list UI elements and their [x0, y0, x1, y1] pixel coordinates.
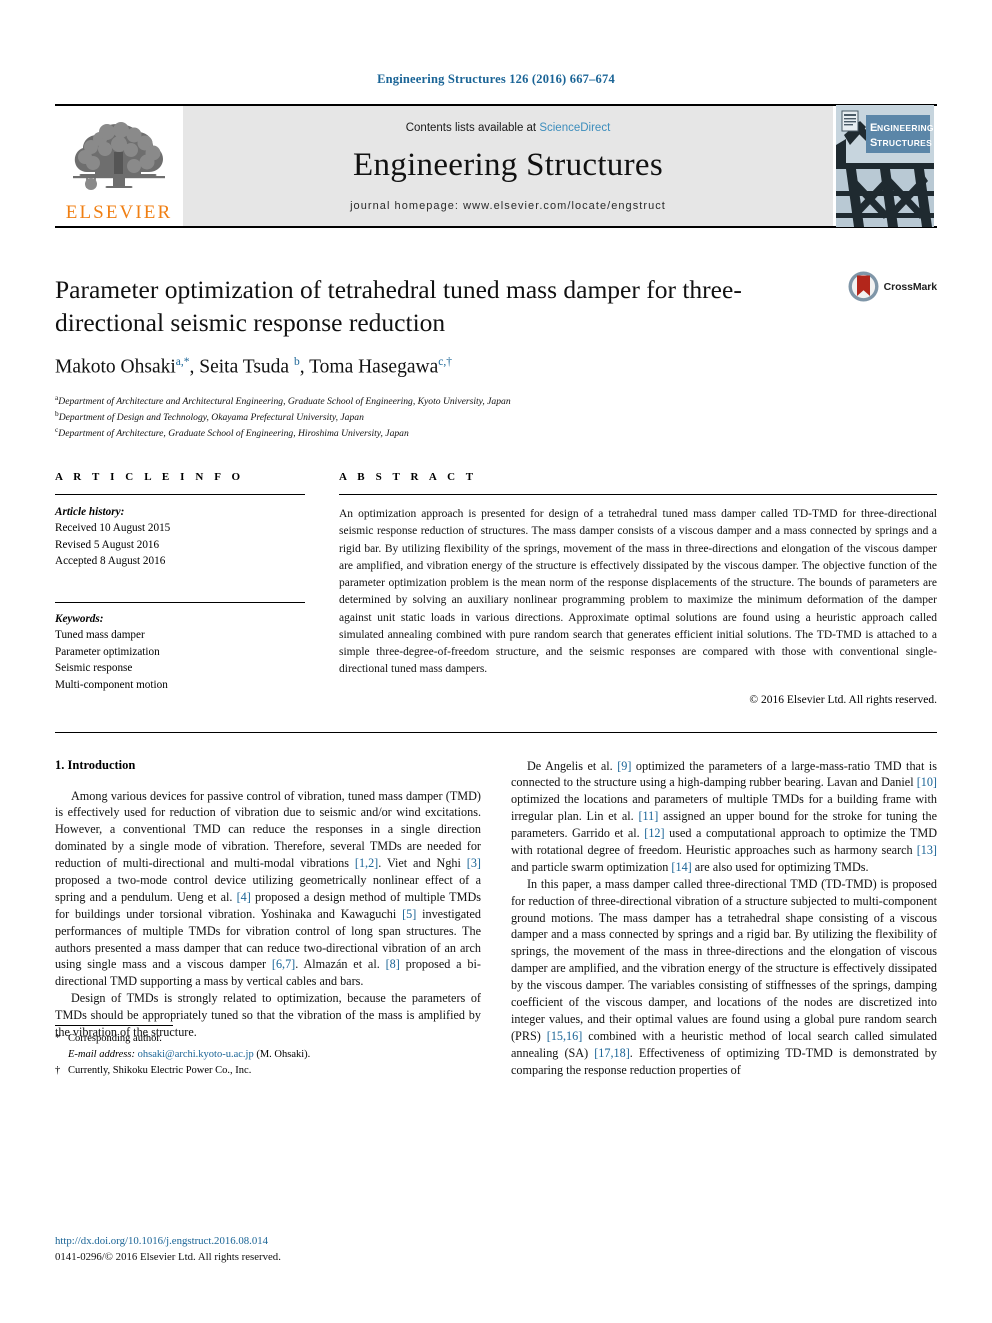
footnotes-block: * Corresponding author. E-mail address: o…: [55, 1025, 481, 1078]
affiliation-a: aDepartment of Architecture and Architec…: [55, 392, 511, 407]
citation-ref[interactable]: [13]: [917, 843, 937, 857]
journal-masthead: ELSEVIER Contents lists available at Sci…: [55, 104, 937, 228]
footnote-marker-dagger: †: [55, 1064, 61, 1076]
citation-ref[interactable]: [17,18]: [594, 1046, 630, 1060]
citation-ref[interactable]: [11]: [638, 809, 658, 823]
citation-ref[interactable]: [14]: [671, 860, 691, 874]
citation-ref[interactable]: [15,16]: [547, 1029, 583, 1043]
running-head: Engineering Structures 126 (2016) 667–67…: [377, 72, 615, 86]
body-column-left: 1. Introduction Among various devices fo…: [55, 758, 481, 1079]
contents-available-line: Contents lists available at ScienceDirec…: [406, 122, 611, 134]
issn-copyright-line: 0141-0296/© 2016 Elsevier Ltd. All right…: [55, 1250, 281, 1263]
abstract-column: A B S T R A C T An optimization approach…: [339, 471, 937, 706]
footnote-marker-asterisk: *: [55, 1033, 61, 1045]
body-separator-rule: [55, 731, 937, 733]
article-info-heading: A R T I C L E I N F O: [55, 471, 245, 484]
footnote-corresponding-text: Corresponding author.: [68, 1033, 162, 1045]
citation-ref[interactable]: [10]: [917, 775, 937, 789]
svg-text:NGINEERING: NGINEERING: [877, 123, 934, 133]
keyword-item: Tuned mass damper: [55, 629, 145, 642]
author-list: Makoto Ohsakia,*, Seita Tsuda b, Toma Ha…: [55, 356, 452, 378]
abstract-text: An optimization approach is presented fo…: [339, 508, 937, 676]
crossmark-badge[interactable]: CrossMark: [848, 271, 937, 302]
keywords-block: Keywords: Tuned mass damper Parameter opt…: [55, 603, 305, 693]
citation-ref[interactable]: [6,7]: [272, 957, 295, 971]
journal-homepage-link[interactable]: journal homepage: www.elsevier.com/locat…: [350, 200, 666, 212]
journal-cover-thumbnail[interactable]: E NGINEERING S TRUCTURES: [833, 105, 937, 227]
elsevier-tree-icon: [73, 122, 165, 190]
sciencedirect-link[interactable]: ScienceDirect: [539, 122, 610, 134]
body-paragraph: De Angelis et al. [9] optimized the para…: [511, 758, 938, 874]
citation-ref[interactable]: [5]: [402, 907, 416, 921]
footnote-email: E-mail address: ohsaki@archi.kyoto-u.ac.…: [55, 1047, 481, 1063]
footnote-rule: [55, 1025, 173, 1027]
article-history-items: Received 10 August 2015 Revised 5 August …: [55, 520, 305, 569]
email-address-link[interactable]: ohsaki@archi.kyoto-u.ac.jp: [138, 1049, 254, 1060]
footnote-corresponding-author: * Corresponding author.: [55, 1031, 481, 1047]
body-columns: 1. Introduction Among various devices fo…: [55, 758, 937, 1079]
keyword-item: Parameter optimization: [55, 645, 160, 658]
doi-link[interactable]: http://dx.doi.org/10.1016/j.engstruct.20…: [55, 1233, 281, 1249]
article-title: Parameter optimization of tetrahedral tu…: [55, 275, 742, 338]
citation-ref[interactable]: [8]: [386, 957, 400, 971]
footnote-current-text: Currently, Shikoku Electric Power Co., I…: [68, 1064, 252, 1076]
article-history-item: Revised 5 August 2016: [55, 538, 160, 551]
body-paragraph: Among various devices for passive contro…: [55, 788, 481, 989]
affiliation-list: aDepartment of Architecture and Architec…: [55, 393, 937, 441]
citation-ref[interactable]: [1,2]: [355, 856, 378, 870]
footnote-current-affiliation: † Currently, Shikoku Electric Power Co., …: [55, 1063, 481, 1079]
citation-ref[interactable]: [9]: [617, 759, 631, 773]
citation-ref[interactable]: [3]: [467, 856, 481, 870]
article-history-label: Article history:: [55, 506, 125, 519]
email-address-label: E-mail address:: [68, 1048, 135, 1060]
article-info-column: A R T I C L E I N F O Article history: R…: [55, 471, 305, 706]
crossmark-icon: [848, 271, 879, 302]
citation-ref[interactable]: [12]: [644, 826, 664, 840]
contents-prefix: Contents lists available at: [405, 122, 540, 134]
section-heading-introduction: 1. Introduction: [55, 757, 136, 772]
left-paragraphs: Among various devices for passive contro…: [55, 788, 481, 1041]
affiliation-b: bDepartment of Design and Technology, Ok…: [55, 408, 364, 424]
page-footer: http://dx.doi.org/10.1016/j.engstruct.20…: [55, 1233, 281, 1265]
article-history-item: Received 10 August 2015: [55, 522, 171, 535]
article-history-block: Article history: Received 10 August 2015…: [55, 495, 305, 569]
right-paragraphs: De Angelis et al. [9] optimized the para…: [511, 758, 937, 1079]
svg-text:TRUCTURES: TRUCTURES: [877, 138, 932, 148]
article-first-page: Engineering Structures 126 (2016) 667–67…: [0, 0, 992, 1323]
keyword-item: Seismic response: [55, 662, 133, 675]
affiliation-c: cDepartment of Architecture, Graduate Sc…: [55, 424, 409, 440]
info-abstract-region: A R T I C L E I N F O Article history: R…: [55, 471, 937, 706]
abstract-copyright: © 2016 Elsevier Ltd. All rights reserved…: [749, 693, 937, 706]
citation-ref[interactable]: [4]: [237, 890, 251, 904]
article-history-item: Accepted 8 August 2016: [55, 554, 166, 567]
crossmark-label: CrossMark: [883, 280, 937, 293]
title-block: CrossMark Parameter optimization of tetr…: [55, 228, 937, 441]
abstract-heading: A B S T R A C T: [339, 471, 478, 484]
body-column-right: De Angelis et al. [9] optimized the para…: [511, 758, 937, 1079]
journal-title: Engineering Structures: [353, 147, 663, 183]
email-address-suffix: (M. Ohsaki).: [256, 1048, 311, 1060]
keyword-item: Multi-component motion: [55, 678, 168, 691]
masthead-center: Contents lists available at ScienceDirec…: [183, 106, 833, 226]
keywords-items: Tuned mass damper Parameter optimization S…: [55, 627, 305, 693]
keywords-label: Keywords:: [55, 613, 104, 625]
body-paragraph: In this paper, a mass damper called thre…: [511, 876, 937, 1077]
journal-cover-image: E NGINEERING S TRUCTURES: [836, 105, 934, 227]
elsevier-wordmark: ELSEVIER: [65, 202, 173, 223]
elsevier-logo: ELSEVIER: [55, 106, 183, 226]
